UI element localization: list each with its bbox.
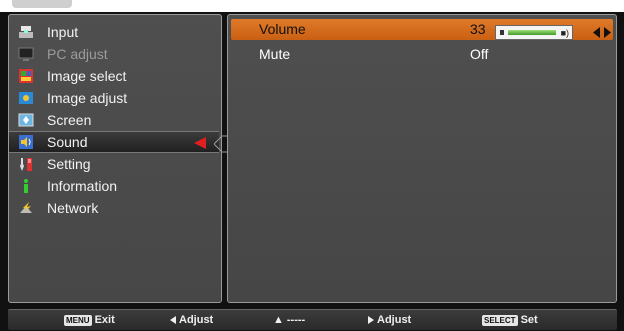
menu-item-label: Sound [47, 134, 88, 150]
menu-item-label: Information [47, 178, 118, 194]
left-arrow-icon [170, 316, 176, 324]
menu-item-pc-adjust[interactable]: PC adjust [9, 43, 219, 65]
footer-move-label: ----- [286, 314, 306, 326]
menu-item-screen[interactable]: Screen [9, 109, 219, 131]
select-key-icon: SELECT [482, 314, 518, 326]
left-right-arrows-icon[interactable] [591, 25, 613, 40]
network-icon [18, 200, 34, 216]
image-select-icon [18, 68, 34, 84]
footer-adjust-right-label: Adjust [377, 314, 412, 326]
mute-value: Off [470, 46, 489, 62]
selection-arrow-icon [194, 137, 206, 149]
menu-item-label: Network [47, 200, 99, 216]
footer-move: ▲︎ ----- [273, 314, 305, 326]
information-icon [18, 178, 34, 194]
menu-item-image-adjust[interactable]: Image adjust [9, 87, 219, 109]
top-edge [0, 0, 624, 12]
footer-guide-bar: MENU Exit Adjust ▲︎ ----- Adjust SELECT … [8, 309, 617, 330]
volume-row[interactable]: Volume 33 ■) [231, 19, 613, 40]
menu-item-label: Screen [47, 112, 92, 128]
menu-item-sound[interactable]: Sound [9, 131, 219, 153]
volume-value: 33 [470, 21, 486, 37]
footer-adjust-left: Adjust [170, 314, 213, 326]
sound-icon [18, 134, 34, 150]
menu-item-information[interactable]: Information [9, 175, 219, 197]
menu-item-image-select[interactable]: Image select [9, 65, 219, 87]
menu-key-icon: MENU [64, 314, 92, 326]
footer-set: SELECT Set [482, 314, 538, 326]
menu-item-label: Setting [47, 156, 91, 172]
menu-item-label: Image adjust [47, 90, 128, 106]
pc-adjust-icon [18, 46, 34, 62]
footer-exit-label: Exit [94, 314, 115, 326]
top-tab [12, 0, 72, 8]
menu-item-label: Image select [47, 68, 127, 84]
osd-menu: Input PC adjust Image select Image adjus… [0, 0, 624, 331]
mute-label: Mute [259, 46, 291, 62]
sound-submenu-panel: Volume 33 ■) Mute Off [227, 14, 617, 303]
footer-set-label: Set [520, 314, 538, 326]
footer-adjust-left-label: Adjust [179, 314, 214, 326]
right-arrow-icon [368, 316, 374, 324]
footer-exit: MENU Exit [64, 314, 115, 326]
speaker-icon: ■) [560, 28, 569, 38]
menu-item-label: Input [47, 24, 79, 40]
submenu-connector [214, 135, 228, 153]
menu-item-label: PC adjust [47, 46, 108, 62]
image-adjust-icon [18, 90, 34, 106]
main-menu-panel: Input PC adjust Image select Image adjus… [8, 14, 222, 303]
up-down-arrow-icon: ▲︎ [273, 314, 284, 326]
setting-icon [18, 156, 34, 172]
screen-icon [18, 112, 34, 128]
menu-item-network[interactable]: Network [9, 197, 219, 219]
input-icon [18, 24, 34, 40]
menu-item-input[interactable]: Input [9, 21, 219, 43]
slider-marker [500, 30, 504, 35]
volume-label: Volume [259, 21, 306, 37]
footer-adjust-right: Adjust [368, 314, 411, 326]
volume-slider-fill [508, 30, 556, 35]
menu-item-setting[interactable]: Setting [9, 153, 219, 175]
volume-slider[interactable]: ■) [495, 25, 573, 40]
